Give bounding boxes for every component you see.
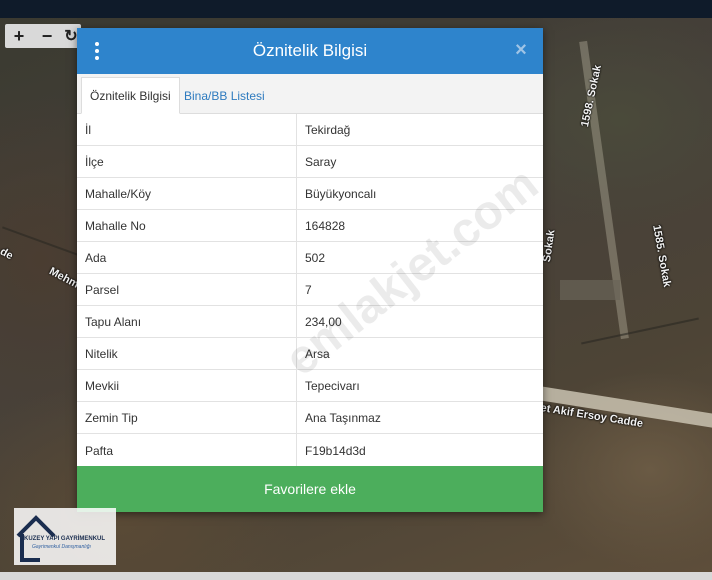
attribute-info-dialog: Öznitelik Bilgisi × Öznitelik Bilgisi Bi… xyxy=(77,28,548,512)
table-row: İlçe Saray xyxy=(77,146,543,178)
attribute-key: Ada xyxy=(77,242,297,273)
attribute-key: Pafta xyxy=(77,434,297,467)
attribute-value: Tekirdağ xyxy=(305,122,351,137)
attribute-key: Mevkii xyxy=(77,370,297,401)
attribute-value: Büyükyoncalı xyxy=(305,186,377,201)
attribute-value: Ana Taşınmaz xyxy=(305,410,381,425)
attribute-key: Tapu Alanı xyxy=(77,306,297,337)
attribute-value: 502 xyxy=(305,250,326,265)
road-label: 1585. Sokak xyxy=(650,223,673,289)
table-row: Ada 502 xyxy=(77,242,543,274)
dialog-header: Öznitelik Bilgisi × xyxy=(77,28,543,74)
table-row: Pafta F19b14d3d xyxy=(77,434,543,467)
attribute-value: 7 xyxy=(305,282,312,297)
top-bar xyxy=(0,0,712,18)
dialog-tabs: Öznitelik Bilgisi Bina/BB Listesi xyxy=(77,74,543,114)
attribute-value: Saray xyxy=(305,154,337,169)
add-to-favorites-button[interactable]: Favorilere ekle xyxy=(77,466,543,512)
table-row: Parsel 7 xyxy=(77,274,543,306)
attribute-value: 234,00 xyxy=(305,314,342,329)
table-row: Zemin Tip Ana Taşınmaz xyxy=(77,402,543,434)
zoom-in-button[interactable]: + xyxy=(5,24,33,48)
company-logo: KUZEY YAPI GAYRİMENKUL Gayrimenkul Danış… xyxy=(14,508,116,565)
tab-attribute-info[interactable]: Öznitelik Bilgisi xyxy=(81,77,180,114)
kebab-menu-icon[interactable] xyxy=(95,42,101,60)
dialog-title: Öznitelik Bilgisi xyxy=(252,41,368,60)
attribute-value: Arsa xyxy=(305,346,330,361)
attribute-key: İl xyxy=(77,114,297,145)
zoom-out-button[interactable]: − xyxy=(33,24,61,48)
road-label: de xyxy=(0,245,15,263)
table-row: İl Tekirdağ xyxy=(77,114,543,146)
attribute-key: Mahalle/Köy xyxy=(77,178,297,209)
field-boundary xyxy=(560,280,620,300)
road-label: Sokak xyxy=(541,229,558,263)
logo-tagline: Gayrimenkul Danışmanlığı xyxy=(32,544,91,550)
attribute-key: İlçe xyxy=(77,146,297,177)
table-row: Mahalle No 164828 xyxy=(77,210,543,242)
attribute-key: Mahalle No xyxy=(77,210,297,241)
table-row: Nitelik Arsa xyxy=(77,338,543,370)
table-row: Mahalle/Köy Büyükyoncalı xyxy=(77,178,543,210)
attribute-value: Tepecivarı xyxy=(305,378,360,393)
attribute-key: Nitelik xyxy=(77,338,297,369)
attribute-key: Parsel xyxy=(77,274,297,305)
attribute-value: 164828 xyxy=(305,218,346,233)
logo-company-name: KUZEY YAPI GAYRİMENKUL xyxy=(24,536,106,542)
road-label: Mehm xyxy=(47,265,81,291)
attribute-value: F19b14d3d xyxy=(305,443,366,458)
zoom-controls: + − ↻ xyxy=(5,24,81,48)
tab-building-list[interactable]: Bina/BB Listesi xyxy=(176,77,273,114)
field-boundary xyxy=(581,317,699,345)
table-row: Mevkii Tepecivarı xyxy=(77,370,543,402)
bottom-bar xyxy=(0,572,712,580)
attribute-key: Zemin Tip xyxy=(77,402,297,433)
close-icon[interactable]: × xyxy=(511,40,531,60)
table-row: Tapu Alanı 234,00 xyxy=(77,306,543,338)
attribute-table: İl Tekirdağ İlçe Saray Mahalle/Köy Büyükyon… xyxy=(77,114,543,467)
